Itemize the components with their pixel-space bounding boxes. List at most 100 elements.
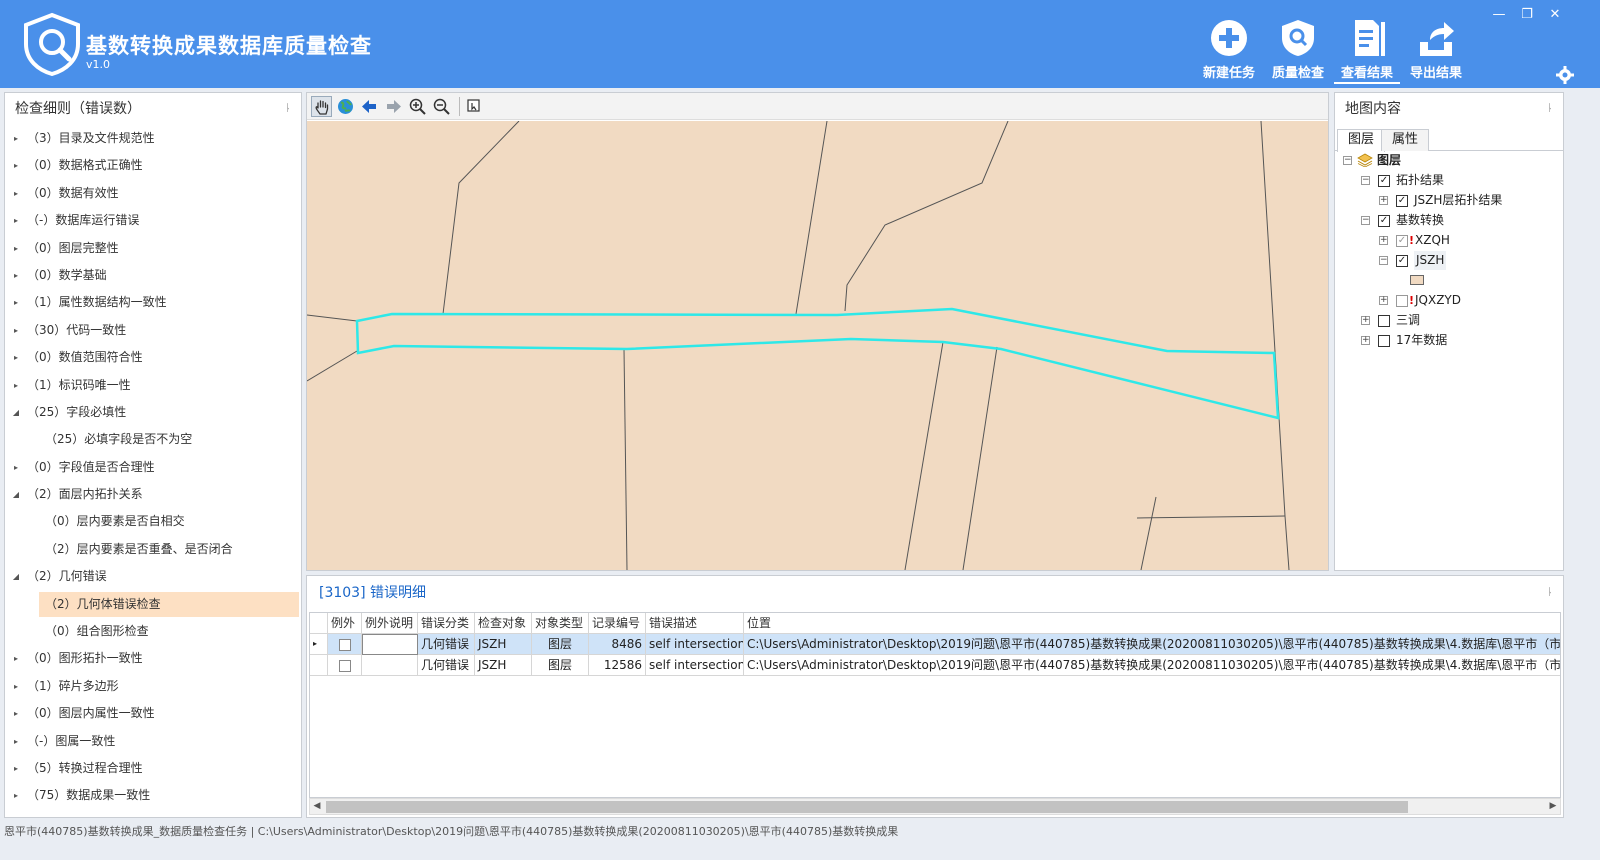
layer-visibility-checkbox[interactable]: ✓ xyxy=(1396,195,1408,207)
tree-item[interactable]: ▸ （-）图属一致性 xyxy=(5,728,301,755)
layer-visibility-checkbox[interactable]: ✓ xyxy=(1378,215,1390,227)
tree-item[interactable]: ▸ （1）标识码唯一性 xyxy=(5,372,301,399)
back-button[interactable] xyxy=(359,96,380,117)
view-results-button[interactable]: 查看结果 xyxy=(1334,18,1400,84)
expand-arrow-icon[interactable]: ▸ xyxy=(11,700,21,727)
layer-group-base[interactable]: − ✓ 基数转换 xyxy=(1335,211,1561,230)
layer-topology-result[interactable]: + ✓ JSZH层拓扑结果 xyxy=(1335,191,1561,210)
expand-arrow-icon[interactable]: ▸ xyxy=(11,180,21,207)
tree-item[interactable]: ◢ （2）几何错误 xyxy=(5,563,301,590)
pin-icon[interactable]: ᚿ xyxy=(1547,93,1553,125)
scroll-right-icon[interactable]: ▶ xyxy=(1546,799,1560,814)
collapse-icon[interactable]: − xyxy=(1361,216,1370,225)
column-header[interactable]: 例外说明 xyxy=(362,613,418,634)
tree-item[interactable]: ▸ （0）数据格式正确性 xyxy=(5,152,301,179)
layer-visibility-checkbox[interactable] xyxy=(1378,315,1390,327)
pin-icon[interactable]: ᚿ xyxy=(1547,576,1553,610)
expand-arrow-icon[interactable]: ▸ xyxy=(11,728,21,755)
tree-item[interactable]: ◢ （2）面层内拓扑关系 xyxy=(5,481,301,508)
expand-icon[interactable]: + xyxy=(1361,316,1370,325)
expand-arrow-icon[interactable]: ▸ xyxy=(11,152,21,179)
tree-child-item[interactable]: （2）层内要素是否重叠、是否闭合 xyxy=(5,536,301,563)
identify-button[interactable] xyxy=(463,96,484,117)
tree-item[interactable]: ▸ （3）目录及文件规范性 xyxy=(5,125,301,152)
close-button[interactable]: ✕ xyxy=(1546,6,1564,24)
column-header[interactable]: 记录编号 xyxy=(589,613,646,634)
expand-arrow-icon[interactable]: ▸ xyxy=(11,125,21,152)
tree-item[interactable]: ▸ （5）转换过程合理性 xyxy=(5,755,301,782)
exception-checkbox[interactable] xyxy=(338,659,351,672)
column-header[interactable]: 例外 xyxy=(328,613,362,634)
expand-arrow-icon[interactable]: ▸ xyxy=(11,372,21,399)
expand-icon[interactable]: + xyxy=(1379,296,1388,305)
gear-icon[interactable] xyxy=(1556,66,1574,84)
expand-icon[interactable]: + xyxy=(1379,236,1388,245)
layer-visibility-checkbox[interactable]: ✓ xyxy=(1396,255,1408,267)
tree-item[interactable]: ▸ （0）数学基础 xyxy=(5,262,301,289)
collapse-arrow-icon[interactable]: ◢ xyxy=(11,399,21,426)
exception-cell[interactable] xyxy=(328,634,362,655)
exception-checkbox[interactable] xyxy=(338,638,351,651)
tree-item[interactable]: ▸ （0）图层内属性一致性 xyxy=(5,700,301,727)
collapse-icon[interactable]: − xyxy=(1343,156,1352,165)
tree-item[interactable]: ◢ （25）字段必填性 xyxy=(5,399,301,426)
exception-note-cell[interactable] xyxy=(362,634,418,655)
zoom-in-button[interactable] xyxy=(407,96,428,117)
layer-xzqh[interactable]: + ✓ ! XZQH xyxy=(1335,231,1561,250)
expand-arrow-icon[interactable]: ▸ xyxy=(11,344,21,371)
collapse-icon[interactable]: − xyxy=(1361,176,1370,185)
restore-button[interactable]: ❐ xyxy=(1518,6,1536,24)
tree-item[interactable]: ▸ （30）代码一致性 xyxy=(5,317,301,344)
tree-item[interactable]: ▸ （1）碎片多边形 xyxy=(5,673,301,700)
expand-arrow-icon[interactable]: ▸ xyxy=(11,782,21,809)
table-row[interactable]: ▸ 几何错误 JSZH 图层 8486 self intersections C… xyxy=(310,634,1560,655)
expand-arrow-icon[interactable]: ▸ xyxy=(11,317,21,344)
expand-arrow-icon[interactable]: ▸ xyxy=(11,673,21,700)
tree-child-item-selected[interactable]: （2）几何体错误检查 xyxy=(5,591,301,618)
expand-arrow-icon[interactable]: ▸ xyxy=(11,262,21,289)
expand-arrow-icon[interactable]: ▸ xyxy=(11,755,21,782)
layer-group-17[interactable]: + 17年数据 xyxy=(1335,331,1561,350)
collapse-arrow-icon[interactable]: ◢ xyxy=(11,481,21,508)
tree-item[interactable]: ▸ （0）数值范围符合性 xyxy=(5,344,301,371)
exception-cell[interactable] xyxy=(328,655,362,676)
table-row[interactable]: 几何错误 JSZH 图层 12586 self intersections C:… xyxy=(310,655,1560,676)
layer-visibility-checkbox[interactable] xyxy=(1378,335,1390,347)
tab-attributes[interactable]: 属性 xyxy=(1381,129,1430,151)
export-results-button[interactable]: 导出结果 xyxy=(1403,18,1469,84)
column-header[interactable]: 错误描述 xyxy=(646,613,744,634)
scrollbar-thumb[interactable] xyxy=(326,801,1408,813)
column-header[interactable]: 检查对象 xyxy=(475,613,532,634)
column-header[interactable]: 位置 xyxy=(744,613,1560,634)
tree-child-item[interactable]: （0）组合图形检查 xyxy=(5,618,301,645)
tree-item[interactable]: ▸ （1）属性数据结构一致性 xyxy=(5,289,301,316)
collapse-arrow-icon[interactable]: ◢ xyxy=(11,563,21,590)
tree-item[interactable]: ▸ （75）数据成果一致性 xyxy=(5,782,301,809)
tree-child-item[interactable]: （0）层内要素是否自相交 xyxy=(5,508,301,535)
tree-item[interactable]: ▸ （-）数据库运行错误 xyxy=(5,207,301,234)
horizontal-scrollbar[interactable]: ◀ ▶ xyxy=(309,798,1561,815)
expand-arrow-icon[interactable]: ▸ xyxy=(11,289,21,316)
tree-item[interactable]: ▸ （0）数据有效性 xyxy=(5,180,301,207)
layer-root-row[interactable]: − 图层 xyxy=(1335,151,1561,170)
quality-check-button[interactable]: 质量检查 xyxy=(1265,18,1331,84)
tree-item[interactable]: ▸ （0）字段值是否合理性 xyxy=(5,454,301,481)
tree-child-item[interactable]: （25）必填字段是否不为空 xyxy=(5,426,301,453)
collapse-icon[interactable]: − xyxy=(1379,256,1388,265)
pin-icon[interactable]: ᚿ xyxy=(285,93,291,125)
tree-item[interactable]: ▸ （0）图层完整性 xyxy=(5,235,301,262)
layer-visibility-checkbox[interactable] xyxy=(1396,295,1408,307)
zoom-out-button[interactable] xyxy=(431,96,452,117)
layer-visibility-checkbox[interactable]: ✓ xyxy=(1378,175,1390,187)
expand-arrow-icon[interactable]: ▸ xyxy=(11,454,21,481)
column-header[interactable]: 错误分类 xyxy=(418,613,475,634)
expand-arrow-icon[interactable]: ▸ xyxy=(11,645,21,672)
pan-button[interactable] xyxy=(311,96,332,117)
scroll-left-icon[interactable]: ◀ xyxy=(310,799,324,814)
layer-visibility-checkbox[interactable]: ✓ xyxy=(1396,235,1408,247)
expand-icon[interactable]: + xyxy=(1379,196,1388,205)
full-extent-button[interactable] xyxy=(335,96,356,117)
minimize-button[interactable]: — xyxy=(1490,6,1508,24)
tree-item[interactable]: ▸ （0）图形拓扑一致性 xyxy=(5,645,301,672)
layer-jqxzyd[interactable]: + ! JQXZYD xyxy=(1335,291,1561,310)
